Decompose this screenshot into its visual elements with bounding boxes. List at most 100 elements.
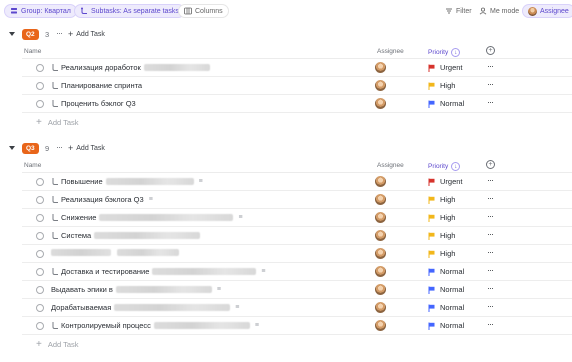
row-more-icon[interactable]: ··· xyxy=(487,265,494,275)
priority-label[interactable]: Normal xyxy=(440,267,464,276)
group-by-chip[interactable]: Group: Квартал xyxy=(4,4,77,18)
task-title[interactable]: Контролируемый процесс ≡ xyxy=(61,321,259,330)
column-assignee-header[interactable]: Assignee xyxy=(377,48,404,55)
task-row[interactable]: Выдавать эпики в ≡ Normal ··· xyxy=(22,281,572,299)
task-title[interactable]: Проценить бэклог Q3 xyxy=(61,99,136,108)
avatar xyxy=(528,6,537,16)
group-more-icon[interactable]: ··· xyxy=(56,28,63,38)
column-priority-header[interactable]: Priority ↓ xyxy=(428,162,461,171)
task-row[interactable]: Дорабатываемая ≡ Normal ··· xyxy=(22,299,572,317)
task-title[interactable]: Выдавать эпики в ≡ xyxy=(51,285,221,294)
row-more-icon[interactable]: ··· xyxy=(487,229,494,239)
sort-desc-icon[interactable]: ↓ xyxy=(451,162,461,171)
row-more-icon[interactable]: ··· xyxy=(487,319,494,329)
task-row[interactable]: Реализация доработок Urgent ··· xyxy=(22,59,572,77)
avatar[interactable] xyxy=(375,80,386,91)
assignee-filter-chip[interactable]: Assignee xyxy=(522,4,572,18)
status-circle-icon[interactable] xyxy=(36,82,44,90)
task-row[interactable]: High ··· xyxy=(22,245,572,263)
avatar[interactable] xyxy=(375,320,386,331)
task-title[interactable] xyxy=(51,249,179,256)
task-title[interactable]: Дорабатываемая ≡ xyxy=(51,303,239,312)
group-badge[interactable]: Q3 xyxy=(22,143,39,154)
add-column-icon[interactable]: + xyxy=(486,160,495,169)
status-circle-icon[interactable] xyxy=(36,64,44,72)
add-task-button[interactable]: + Add Task xyxy=(36,339,79,349)
status-circle-icon[interactable] xyxy=(36,232,44,240)
row-more-icon[interactable]: ··· xyxy=(487,301,494,311)
group-more-icon[interactable]: ··· xyxy=(56,142,63,152)
group-add-task-button[interactable]: + Add Task xyxy=(68,30,105,39)
task-row[interactable]: Проценить бэклог Q3 Normal ··· xyxy=(22,95,572,113)
row-more-icon[interactable]: ··· xyxy=(487,79,494,89)
row-more-icon[interactable]: ··· xyxy=(487,61,494,71)
row-more-icon[interactable]: ··· xyxy=(487,211,494,221)
task-title[interactable]: Реализация доработок xyxy=(61,63,210,72)
task-row[interactable]: Контролируемый процесс ≡ Normal ··· xyxy=(22,317,572,335)
status-circle-icon[interactable] xyxy=(36,100,44,108)
task-row[interactable]: Снижение ≡ High ··· xyxy=(22,209,572,227)
avatar[interactable] xyxy=(375,176,386,187)
task-row[interactable]: Планирование спринта High ··· xyxy=(22,77,572,95)
subtasks-chip[interactable]: Subtasks: As separate tasks xyxy=(74,4,185,18)
priority-label[interactable]: Normal xyxy=(440,321,464,330)
priority-label[interactable]: High xyxy=(440,195,455,204)
row-more-icon[interactable]: ··· xyxy=(487,193,494,203)
status-circle-icon[interactable] xyxy=(36,214,44,222)
column-assignee-header[interactable]: Assignee xyxy=(377,162,404,169)
task-row[interactable]: Система High ··· xyxy=(22,227,572,245)
avatar[interactable] xyxy=(375,212,386,223)
add-task-button[interactable]: + Add Task xyxy=(36,117,79,127)
priority-label[interactable]: Urgent xyxy=(440,177,463,186)
status-circle-icon[interactable] xyxy=(36,322,44,330)
priority-label[interactable]: Normal xyxy=(440,303,464,312)
row-more-icon[interactable]: ··· xyxy=(487,175,494,185)
filter-button[interactable]: Filter xyxy=(440,4,477,18)
avatar[interactable] xyxy=(375,98,386,109)
avatar[interactable] xyxy=(375,284,386,295)
status-circle-icon[interactable] xyxy=(36,178,44,186)
task-row[interactable]: Реализация бэклога Q3 ≡ High ··· xyxy=(22,191,572,209)
priority-label[interactable]: Urgent xyxy=(440,63,463,72)
add-column-icon[interactable]: + xyxy=(486,46,495,55)
status-circle-icon[interactable] xyxy=(36,250,44,258)
column-priority-header[interactable]: Priority ↓ xyxy=(428,48,461,57)
row-more-icon[interactable]: ··· xyxy=(487,283,494,293)
priority-label[interactable]: High xyxy=(440,81,455,90)
status-circle-icon[interactable] xyxy=(36,268,44,276)
priority-label[interactable]: High xyxy=(440,231,455,240)
task-title[interactable]: Снижение ≡ xyxy=(61,213,242,222)
row-more-icon[interactable]: ··· xyxy=(487,97,494,107)
task-title[interactable]: Реализация бэклога Q3 ≡ xyxy=(61,195,153,204)
task-title[interactable]: Система xyxy=(61,231,201,240)
group-add-task-button[interactable]: + Add Task xyxy=(68,144,105,153)
avatar[interactable] xyxy=(375,62,386,73)
avatar[interactable] xyxy=(375,302,386,313)
collapse-caret-icon[interactable] xyxy=(9,32,15,36)
priority-label[interactable]: Normal xyxy=(440,285,464,294)
avatar[interactable] xyxy=(375,266,386,277)
collapse-caret-icon[interactable] xyxy=(9,146,15,150)
column-name-header[interactable]: Name xyxy=(24,162,41,169)
group-badge[interactable]: Q2 xyxy=(22,29,39,40)
priority-label[interactable]: Normal xyxy=(440,99,464,108)
task-row[interactable]: Повышение ≡ Urgent ··· xyxy=(22,173,572,191)
priority-label[interactable]: High xyxy=(440,249,455,258)
status-circle-icon[interactable] xyxy=(36,304,44,312)
columns-chip[interactable]: Columns xyxy=(178,4,229,18)
task-title[interactable]: Повышение ≡ xyxy=(61,177,203,186)
task-title[interactable]: Планирование спринта xyxy=(61,81,142,90)
status-circle-icon[interactable] xyxy=(36,196,44,204)
sort-desc-icon[interactable]: ↓ xyxy=(451,48,461,57)
avatar[interactable] xyxy=(375,230,386,241)
task-title[interactable]: Доставка и тестирование ≡ xyxy=(61,267,265,276)
columns-label: Columns xyxy=(195,7,223,15)
task-row[interactable]: Доставка и тестирование ≡ Normal ··· xyxy=(22,263,572,281)
status-circle-icon[interactable] xyxy=(36,286,44,294)
avatar[interactable] xyxy=(375,248,386,259)
priority-label[interactable]: High xyxy=(440,213,455,222)
column-name-header[interactable]: Name xyxy=(24,48,41,55)
avatar[interactable] xyxy=(375,194,386,205)
me-mode-button[interactable]: Me mode xyxy=(474,4,524,18)
row-more-icon[interactable]: ··· xyxy=(487,247,494,257)
